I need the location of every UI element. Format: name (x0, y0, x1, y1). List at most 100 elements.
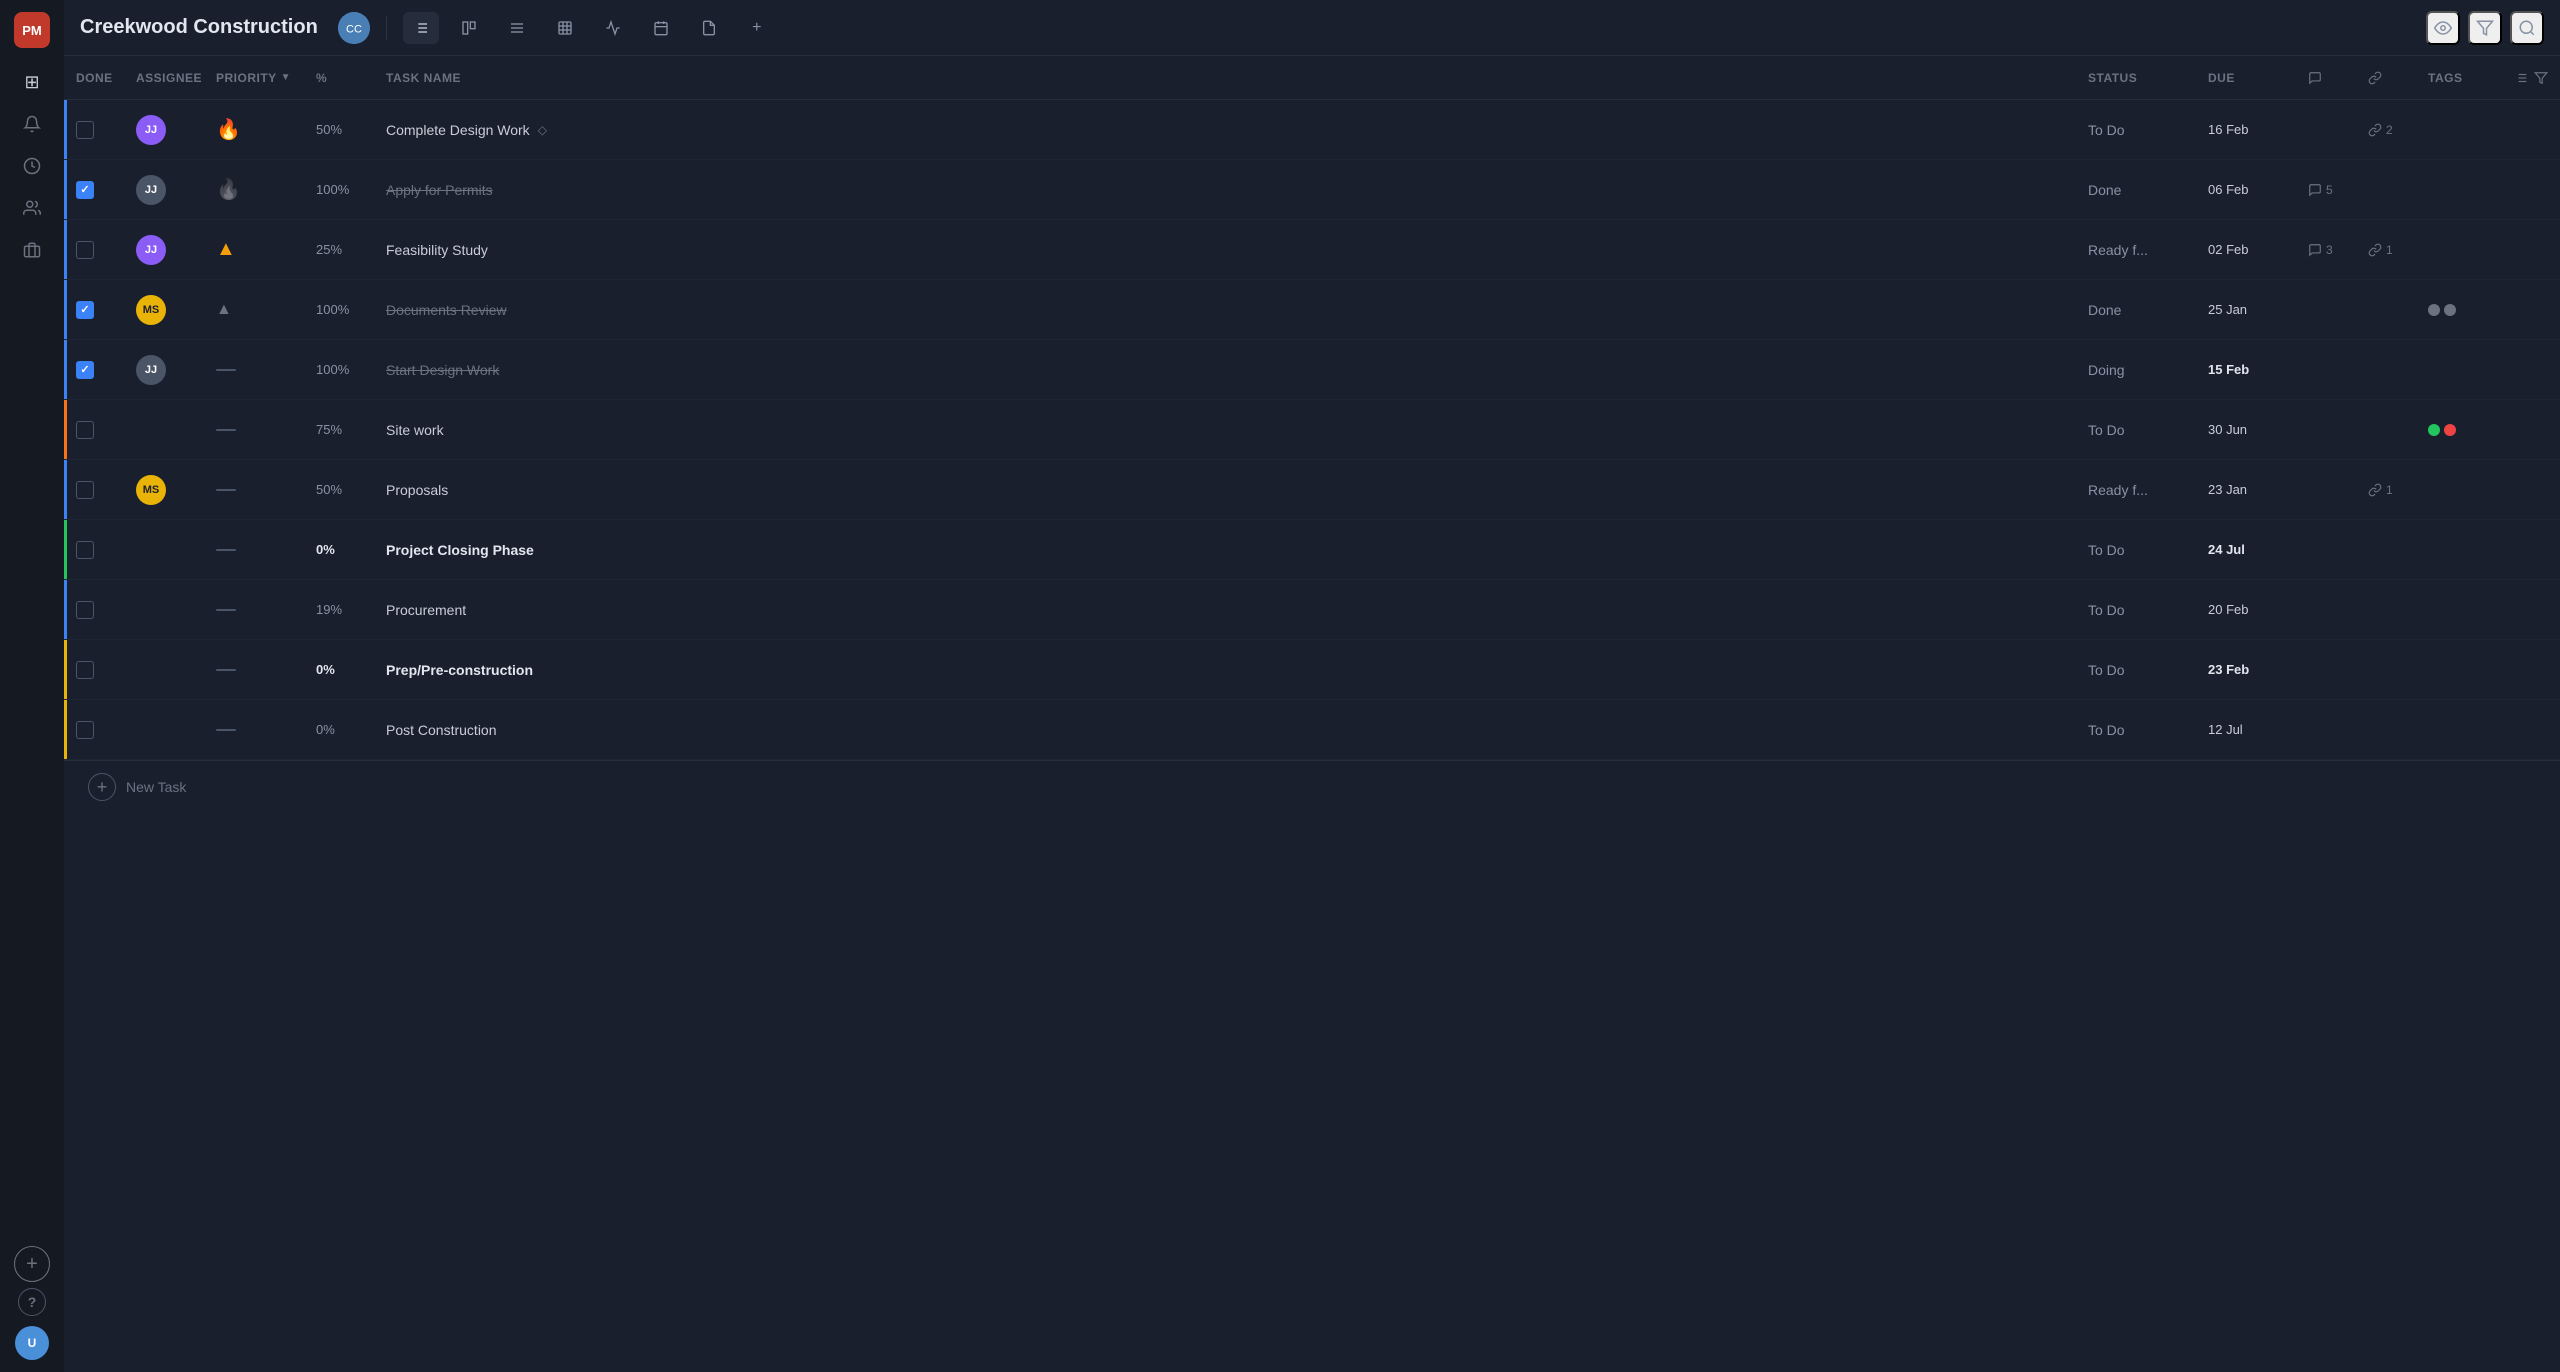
assignee-avatar: JJ (136, 115, 166, 145)
task-name[interactable]: Feasibility Study (386, 242, 488, 258)
priority-cell (216, 549, 316, 551)
priority-cell (216, 669, 316, 671)
task-due-date: 06 Feb (2208, 182, 2248, 197)
col-assignee: ASSIGNEE (136, 71, 216, 85)
task-name[interactable]: Project Closing Phase (386, 542, 534, 558)
table-row[interactable]: MS▲100%Documents ReviewDone25 Jan (64, 280, 2560, 340)
table-row[interactable]: JJ100%Start Design WorkDoing15 Feb (64, 340, 2560, 400)
task-due-date: 25 Jan (2208, 302, 2247, 317)
task-status: Ready f... (2088, 482, 2148, 498)
task-due-date: 02 Feb (2208, 242, 2248, 257)
comments-count: 5 (2326, 183, 2333, 197)
task-percent: 50% (316, 122, 342, 137)
assignee-avatar: JJ (136, 235, 166, 265)
top-header: Creekwood Construction CC + (64, 0, 2560, 56)
row-left-border (64, 160, 67, 219)
main-content: Creekwood Construction CC + (64, 0, 2560, 1372)
triangle-priority-icon: ▲ (216, 301, 232, 319)
task-percent: 0% (316, 722, 335, 737)
task-due-date: 16 Feb (2208, 122, 2248, 137)
col-percent: % (316, 71, 386, 85)
row-left-border (64, 280, 67, 339)
task-name[interactable]: Proposals (386, 482, 448, 498)
table-row[interactable]: 0%Project Closing PhaseTo Do24 Jul (64, 520, 2560, 580)
row-left-border (64, 400, 67, 459)
add-task-label: New Task (126, 779, 186, 795)
search-btn[interactable] (2510, 11, 2544, 45)
task-name[interactable]: Prep/Pre-construction (386, 662, 533, 678)
filter-btn[interactable] (2468, 11, 2502, 45)
row-left-border (64, 520, 67, 579)
sidebar-item-home[interactable]: ⊞ (14, 64, 50, 100)
dash-priority-icon (216, 369, 236, 371)
fire-priority-icon: 🔥 (216, 117, 241, 142)
add-task-icon: + (88, 773, 116, 801)
table-view-btn[interactable] (547, 12, 583, 44)
add-task-row[interactable]: + New Task (64, 760, 2560, 813)
task-name[interactable]: Procurement (386, 602, 466, 618)
task-due-date: 23 Jan (2208, 482, 2247, 497)
task-checkbox[interactable] (76, 721, 94, 739)
table-row[interactable]: MS50%ProposalsReady f...23 Jan1 (64, 460, 2560, 520)
task-checkbox[interactable] (76, 481, 94, 499)
task-checkbox[interactable] (76, 121, 94, 139)
task-name[interactable]: Complete Design Work ◇ (386, 122, 547, 138)
task-name[interactable]: Start Design Work (386, 362, 499, 378)
row-left-border (64, 220, 67, 279)
task-checkbox[interactable] (76, 241, 94, 259)
app-logo[interactable]: PM (14, 12, 50, 48)
task-checkbox[interactable] (76, 601, 94, 619)
task-name[interactable]: Site work (386, 422, 444, 438)
task-name[interactable]: Documents Review (386, 302, 507, 318)
task-percent: 0% (316, 542, 335, 557)
table-row[interactable]: JJ🔥50%Complete Design Work ◇To Do16 Feb2 (64, 100, 2560, 160)
gantt-view-btn[interactable] (499, 12, 535, 44)
task-name[interactable]: Apply for Permits (386, 182, 493, 198)
dash-priority-icon (216, 669, 236, 671)
table-row[interactable]: 19%ProcurementTo Do20 Feb (64, 580, 2560, 640)
task-rows: JJ🔥50%Complete Design Work ◇To Do16 Feb2… (64, 100, 2560, 760)
doc-view-btn[interactable] (691, 12, 727, 44)
dash-priority-icon (216, 609, 236, 611)
activity-view-btn[interactable] (595, 12, 631, 44)
task-due-date: 12 Jul (2208, 722, 2243, 737)
sidebar-item-users[interactable] (14, 190, 50, 226)
board-view-btn[interactable] (451, 12, 487, 44)
watch-btn[interactable] (2426, 11, 2460, 45)
sidebar-item-time[interactable] (14, 148, 50, 184)
list-view-btn[interactable] (403, 12, 439, 44)
project-title: Creekwood Construction (80, 16, 318, 39)
task-checkbox[interactable] (76, 361, 94, 379)
task-status: Ready f... (2088, 242, 2148, 258)
task-checkbox[interactable] (76, 421, 94, 439)
task-tags (2428, 304, 2548, 316)
table-row[interactable]: 75%Site workTo Do30 Jun (64, 400, 2560, 460)
table-row[interactable]: JJ🔥100%Apply for PermitsDone06 Feb5 (64, 160, 2560, 220)
task-status: To Do (2088, 122, 2125, 138)
row-left-border (64, 100, 67, 159)
calendar-view-btn[interactable] (643, 12, 679, 44)
task-name[interactable]: Post Construction (386, 722, 497, 738)
task-links: 1 (2368, 243, 2428, 257)
task-checkbox[interactable] (76, 301, 94, 319)
task-due-date: 15 Feb (2208, 362, 2249, 377)
priority-cell: ▲ (216, 238, 316, 261)
task-checkbox[interactable] (76, 181, 94, 199)
toolbar-divider (386, 16, 387, 40)
sidebar-help-icon[interactable]: ? (18, 1288, 46, 1316)
sidebar-item-work[interactable] (14, 232, 50, 268)
sidebar-add-btn[interactable]: + (14, 1246, 50, 1282)
task-percent: 25% (316, 242, 342, 257)
task-checkbox[interactable] (76, 661, 94, 679)
sidebar-user-avatar[interactable]: U (15, 1326, 49, 1360)
sidebar-item-notifications[interactable] (14, 106, 50, 142)
task-checkbox[interactable] (76, 541, 94, 559)
table-row[interactable]: JJ ▲ 25% Feasibility Study Ready f... 02 Feb 3… (64, 220, 2560, 280)
table-row[interactable]: 0%Prep/Pre-constructionTo Do23 Feb (64, 640, 2560, 700)
add-view-btn[interactable]: + (739, 12, 775, 44)
table-row[interactable]: 0%Post ConstructionTo Do12 Jul (64, 700, 2560, 760)
task-comments: 3 (2308, 243, 2368, 257)
col-priority[interactable]: PRIORITY ▼ (216, 71, 316, 85)
up-priority-icon: ▲ (216, 238, 236, 261)
task-percent: 19% (316, 602, 342, 617)
